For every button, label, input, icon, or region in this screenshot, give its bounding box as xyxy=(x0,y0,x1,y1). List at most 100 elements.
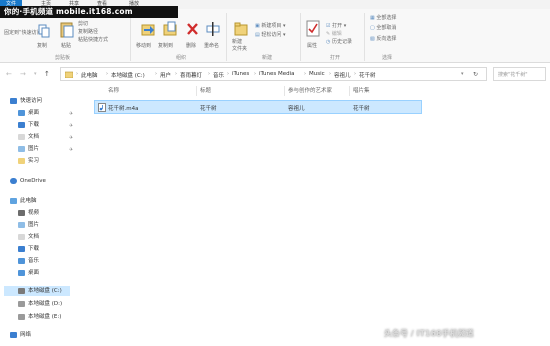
navigation-pane: 快速访问 桌面 ✈ 下载 ✈ 文档 ✈ 图片 ✈ 实习 OneDrive 此电脑… xyxy=(0,86,86,346)
sidebar-item-label: 视频 xyxy=(28,210,40,216)
column-header-album[interactable]: 唱片集 xyxy=(353,86,370,96)
breadcrumb-music-folder[interactable]: Music xyxy=(309,71,325,77)
folder-icon xyxy=(18,157,25,164)
sidebar-item-drive-e[interactable]: 本地磁盘 (E:) xyxy=(18,312,61,322)
watermark-banner: 你的·手机频道 mobile.it168.com xyxy=(0,6,178,18)
history-label: 历史记录 xyxy=(331,39,352,45)
sidebar-item-network[interactable]: 网络 xyxy=(10,330,31,340)
new-folder-button[interactable]: 新建 文件夹 xyxy=(232,39,247,53)
address-bar[interactable]: › 此电脑 › 本地磁盘 (C:) › 用户 › 喜雨暮灯 › 音乐 › iTu… xyxy=(60,67,487,81)
sidebar-item-videos[interactable]: 视频 xyxy=(18,208,39,218)
sidebar-item-label: 实习 xyxy=(28,158,40,164)
chevron-right-icon: › xyxy=(155,71,157,77)
column-divider xyxy=(349,86,350,96)
cut-button[interactable]: 剪切 xyxy=(78,20,88,27)
chevron-down-icon: ▾ xyxy=(343,23,347,29)
sidebar-item-onedrive[interactable]: OneDrive xyxy=(10,176,46,186)
select-all-button[interactable]: ▦ 全部选择 xyxy=(370,14,396,21)
sidebar-item-this-pc[interactable]: 此电脑 xyxy=(10,196,37,206)
refresh-icon[interactable]: ↻ xyxy=(473,71,478,78)
invert-selection-label: 反向选择 xyxy=(376,36,397,42)
delete-button[interactable]: 删除 xyxy=(186,42,196,49)
document-icon xyxy=(18,233,25,240)
sidebar-item-drive-c[interactable]: 本地磁盘 (C:) xyxy=(4,286,70,296)
back-arrow-icon[interactable]: ← xyxy=(6,70,12,78)
sidebar-item-downloads[interactable]: 下载 xyxy=(18,120,39,130)
sidebar-item-label: 此电脑 xyxy=(20,198,37,204)
select-none-label: 全部取消 xyxy=(376,25,397,31)
sidebar-item-pc-desktop[interactable]: 桌面 xyxy=(18,268,39,278)
audio-file-icon xyxy=(98,103,106,112)
breadcrumb-album[interactable]: 花千树 xyxy=(359,71,376,79)
table-row[interactable]: 花千树.m4a 花千树 容祖儿 花千树 xyxy=(94,100,422,114)
file-artist: 容祖儿 xyxy=(288,106,305,112)
group-new-label: 新建 xyxy=(262,55,273,61)
breadcrumb-music[interactable]: 音乐 xyxy=(213,71,224,79)
easy-access-button[interactable]: ▤ 轻松访问 ▾ xyxy=(255,31,285,38)
move-to-icon xyxy=(141,24,155,36)
breadcrumb-itunes[interactable]: iTunes xyxy=(232,71,249,77)
column-header-artist[interactable]: 参与创作的艺术家 xyxy=(288,86,332,96)
chevron-right-icon: › xyxy=(175,71,177,77)
group-organize-label: 组织 xyxy=(176,55,187,61)
copy-path-button[interactable]: 复制路径 xyxy=(78,28,98,35)
new-item-icon: ▣ xyxy=(255,23,260,29)
properties-button[interactable]: 属性 xyxy=(307,42,317,49)
picture-icon xyxy=(18,221,25,228)
computer-icon xyxy=(10,197,17,204)
open-button[interactable]: ☑ 打开 ▾ xyxy=(326,22,346,29)
breadcrumb-itunes-media[interactable]: iTunes Media xyxy=(259,71,295,77)
sidebar-item-drive-d[interactable]: 本地磁盘 (D:) xyxy=(18,299,62,309)
select-none-button[interactable]: ▢ 全部取消 xyxy=(370,24,396,31)
column-header-title[interactable]: 标题 xyxy=(200,86,211,96)
chevron-right-icon: › xyxy=(254,71,256,77)
new-item-button[interactable]: ▣ 新建项目 ▾ xyxy=(255,22,285,29)
sidebar-item-pictures[interactable]: 图片 xyxy=(18,144,39,154)
copy-button[interactable]: 复制 xyxy=(37,42,47,49)
sidebar-item-label: 文档 xyxy=(28,134,40,140)
chevron-right-icon: › xyxy=(227,71,229,77)
column-header-name[interactable]: 名称 xyxy=(108,86,119,96)
forward-arrow-icon[interactable]: → xyxy=(20,70,26,78)
select-none-icon: ▢ xyxy=(370,25,375,31)
sidebar-item-pc-music[interactable]: 音乐 xyxy=(18,256,39,266)
sidebar-item-internship[interactable]: 实习 xyxy=(18,156,39,166)
breadcrumb-users[interactable]: 用户 xyxy=(160,71,171,79)
edit-button[interactable]: ✎ 编辑 xyxy=(326,30,342,37)
sidebar-item-pc-pictures[interactable]: 图片 xyxy=(18,220,39,230)
sidebar-item-label: 桌面 xyxy=(28,110,40,116)
chevron-down-icon[interactable]: ▾ xyxy=(461,71,464,77)
cloud-icon xyxy=(10,177,17,184)
sidebar-item-pc-downloads[interactable]: 下载 xyxy=(18,244,39,254)
breadcrumb-user[interactable]: 喜雨暮灯 xyxy=(180,71,202,79)
breadcrumb-artist[interactable]: 容祖儿 xyxy=(334,71,351,79)
chevron-right-icon: › xyxy=(106,71,108,77)
paste-button[interactable]: 粘贴 xyxy=(61,42,71,49)
pin-icon: ✈ xyxy=(69,147,74,153)
document-icon xyxy=(18,133,25,140)
divider xyxy=(300,13,301,61)
sidebar-item-label: 文档 xyxy=(28,234,40,240)
sidebar-item-pc-documents[interactable]: 文档 xyxy=(18,232,39,242)
copy-to-button[interactable]: 复制到 xyxy=(158,42,173,49)
sidebar-item-label: 图片 xyxy=(28,222,40,228)
drive-icon xyxy=(18,300,25,307)
recent-dropdown-icon[interactable]: ▾ xyxy=(34,71,37,77)
sidebar-item-quick-access[interactable]: 快速访问 xyxy=(10,96,42,106)
up-arrow-icon[interactable]: ↑ xyxy=(44,70,50,78)
move-to-button[interactable]: 移动到 xyxy=(136,42,151,49)
paste-shortcut-button[interactable]: 粘贴快捷方式 xyxy=(78,36,108,43)
edit-icon: ✎ xyxy=(326,31,331,37)
history-button[interactable]: ◷ 历史记录 xyxy=(326,38,352,45)
desktop-icon xyxy=(18,269,25,276)
sidebar-item-label: 本地磁盘 (D:) xyxy=(28,301,63,307)
rename-button[interactable]: 重命名 xyxy=(204,42,219,49)
breadcrumb-drive-c[interactable]: 本地磁盘 (C:) xyxy=(111,71,145,79)
sidebar-item-documents[interactable]: 文档 xyxy=(18,132,39,142)
search-input[interactable]: 搜索"花千树" xyxy=(493,67,546,81)
chevron-right-icon: › xyxy=(329,71,331,77)
sidebar-item-desktop[interactable]: 桌面 xyxy=(18,108,39,118)
invert-selection-icon: ▧ xyxy=(370,36,375,42)
breadcrumb-this-pc[interactable]: 此电脑 xyxy=(81,71,98,79)
invert-selection-button[interactable]: ▧ 反向选择 xyxy=(370,35,396,42)
